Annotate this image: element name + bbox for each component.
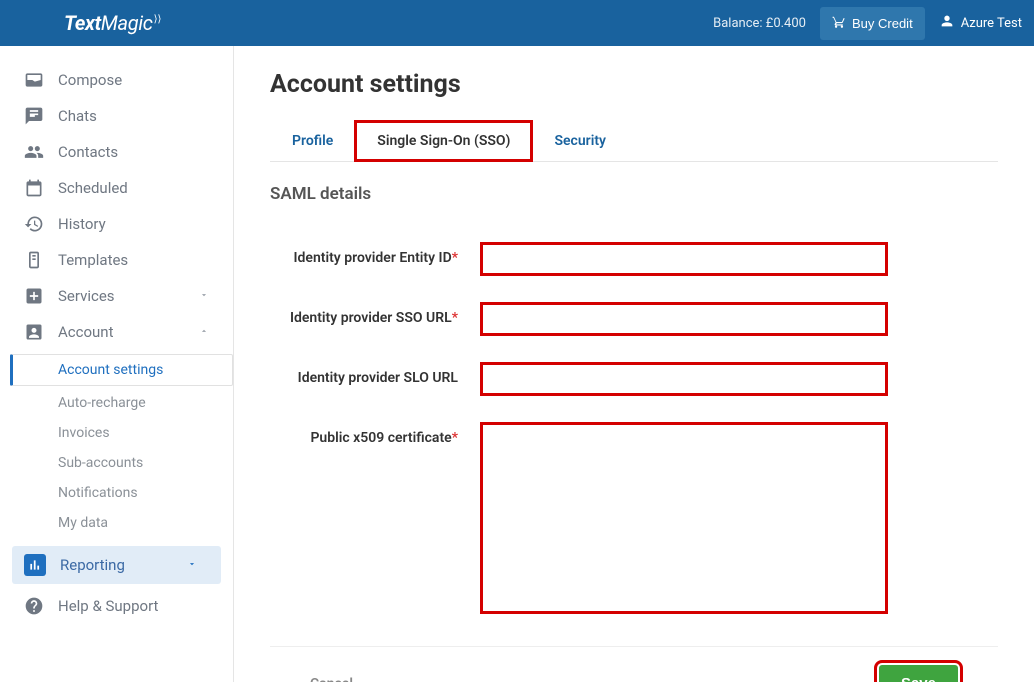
required-marker: *	[452, 250, 458, 266]
sidebar-subitem-label: My data	[58, 515, 108, 531]
sidebar-item-label: Scheduled	[58, 179, 128, 197]
entity-id-input[interactable]	[482, 244, 886, 274]
sidebar-item-label: Services	[58, 287, 115, 305]
row-entity-id: Identity provider Entity ID*	[270, 244, 998, 274]
sidebar-subitem-label: Sub-accounts	[58, 455, 143, 471]
sidebar-item-chats[interactable]: Chats	[0, 98, 233, 134]
brand-suffix: Magic	[101, 11, 153, 35]
page-title: Account settings	[270, 70, 998, 99]
required-marker: *	[452, 310, 458, 326]
tab-security[interactable]: Security	[532, 121, 628, 161]
label-sso-url: Identity provider SSO URL*	[270, 304, 482, 326]
help-icon	[24, 596, 44, 616]
label-entity-id: Identity provider Entity ID*	[270, 244, 482, 266]
buy-credit-button[interactable]: Buy Credit	[820, 7, 925, 40]
calendar-icon	[24, 178, 44, 198]
brand-prefix: Text	[64, 11, 101, 35]
slo-url-input[interactable]	[482, 364, 886, 394]
templates-icon	[24, 250, 44, 270]
sidebar-subitem-notifications[interactable]: Notifications	[0, 478, 233, 508]
saml-form: Identity provider Entity ID* Identity pr…	[270, 222, 998, 682]
sidebar-subitem-auto-recharge[interactable]: Auto-recharge	[0, 388, 233, 418]
form-actions: Cancel Save	[270, 646, 998, 682]
sidebar-item-label: Help & Support	[58, 597, 158, 615]
sidebar-item-help[interactable]: Help & Support	[0, 588, 233, 624]
cert-textarea[interactable]	[482, 424, 886, 612]
sidebar-subitem-label: Auto-recharge	[58, 395, 146, 411]
account-subnav: Account settings Auto-recharge Invoices …	[0, 354, 233, 538]
main-panel: Account settings Profile Single Sign-On …	[234, 46, 1034, 682]
sidebar-item-scheduled[interactable]: Scheduled	[0, 170, 233, 206]
label-cert: Public x509 certificate*	[270, 424, 482, 446]
user-name: Azure Test	[961, 16, 1022, 31]
topbar: TextMagic ⟩⟩ Balance: £0.400 Buy Credit …	[0, 0, 1034, 46]
brand-logo[interactable]: TextMagic ⟩⟩	[64, 11, 161, 35]
contacts-icon	[24, 142, 44, 162]
sidebar-item-label: Reporting	[60, 556, 125, 574]
label-slo-url: Identity provider SLO URL	[270, 364, 482, 386]
compose-icon	[24, 70, 44, 90]
sidebar-item-label: Chats	[58, 107, 97, 125]
balance-label: Balance: £0.400	[713, 16, 806, 31]
chevron-down-icon	[187, 557, 197, 573]
cancel-link[interactable]: Cancel	[310, 676, 353, 682]
sidebar-item-label: Contacts	[58, 143, 118, 161]
tab-sso[interactable]: Single Sign-On (SSO)	[355, 121, 532, 161]
sidebar-subitem-my-data[interactable]: My data	[0, 508, 233, 538]
user-icon	[939, 13, 955, 33]
sso-url-input[interactable]	[482, 304, 886, 334]
chats-icon	[24, 106, 44, 126]
sidebar-item-label: Compose	[58, 71, 122, 89]
buy-credit-label: Buy Credit	[852, 16, 913, 31]
sidebar-subitem-label: Notifications	[58, 485, 138, 501]
save-button[interactable]: Save	[879, 665, 958, 682]
required-marker: *	[452, 430, 458, 446]
sidebar-subitem-account-settings[interactable]: Account settings	[10, 354, 233, 386]
sidebar-subitem-label: Invoices	[58, 425, 110, 441]
section-title: SAML details	[270, 184, 998, 204]
user-menu[interactable]: Azure Test	[939, 13, 1022, 33]
sidebar-item-contacts[interactable]: Contacts	[0, 134, 233, 170]
sidebar-item-label: Account	[58, 323, 114, 341]
sidebar-item-services[interactable]: Services	[0, 278, 233, 314]
sidebar-subitem-invoices[interactable]: Invoices	[0, 418, 233, 448]
sidebar: Compose Chats Contacts Scheduled History…	[0, 46, 234, 682]
sidebar-item-templates[interactable]: Templates	[0, 242, 233, 278]
account-icon	[24, 322, 44, 342]
services-icon	[24, 286, 44, 306]
sidebar-item-history[interactable]: History	[0, 206, 233, 242]
sidebar-item-label: Templates	[58, 251, 128, 269]
sidebar-subitem-label: Account settings	[58, 362, 163, 378]
bar-chart-icon	[24, 554, 46, 576]
sidebar-item-account[interactable]: Account	[0, 314, 233, 350]
sidebar-item-compose[interactable]: Compose	[0, 62, 233, 98]
cart-icon	[832, 15, 846, 32]
chevron-up-icon	[199, 324, 209, 340]
tabs: Profile Single Sign-On (SSO) Security	[270, 121, 998, 162]
row-cert: Public x509 certificate*	[270, 424, 998, 616]
sidebar-item-label: History	[58, 215, 106, 233]
brand-signal-icon: ⟩⟩	[154, 14, 162, 25]
tab-profile[interactable]: Profile	[270, 121, 355, 161]
row-sso-url: Identity provider SSO URL*	[270, 304, 998, 334]
row-slo-url: Identity provider SLO URL	[270, 364, 998, 394]
chevron-down-icon	[199, 288, 209, 304]
sidebar-subitem-sub-accounts[interactable]: Sub-accounts	[0, 448, 233, 478]
sidebar-item-reporting[interactable]: Reporting	[12, 546, 221, 584]
history-icon	[24, 214, 44, 234]
